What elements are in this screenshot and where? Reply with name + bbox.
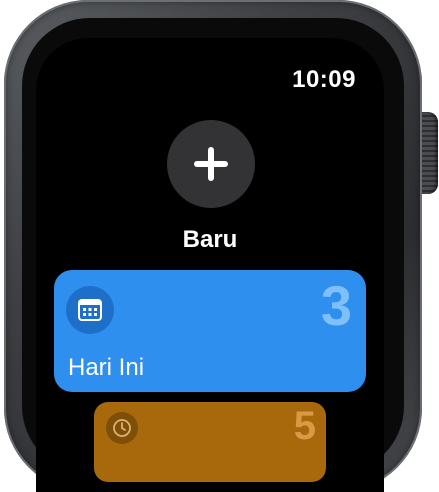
new-button[interactable] [167, 120, 255, 208]
status-time: 10:09 [292, 66, 356, 93]
list-count: 5 [293, 404, 316, 448]
calendar-icon-badge [66, 286, 114, 334]
list-card-scheduled[interactable]: 5 [94, 402, 326, 482]
clock-icon-badge [106, 412, 138, 444]
list-title: Hari Ini [68, 354, 145, 381]
list-card-today[interactable]: 3 Hari Ini [54, 270, 366, 392]
list-count: 3 [320, 274, 352, 337]
clock-icon [113, 419, 131, 437]
plus-icon [194, 147, 228, 181]
calendar-icon [78, 299, 102, 321]
watch-screen: 10:09 Baru 3 Hari Ini 5 [36, 38, 384, 492]
new-button-label[interactable]: Baru [36, 226, 384, 254]
stage: 10:09 Baru 3 Hari Ini 5 [0, 0, 439, 492]
